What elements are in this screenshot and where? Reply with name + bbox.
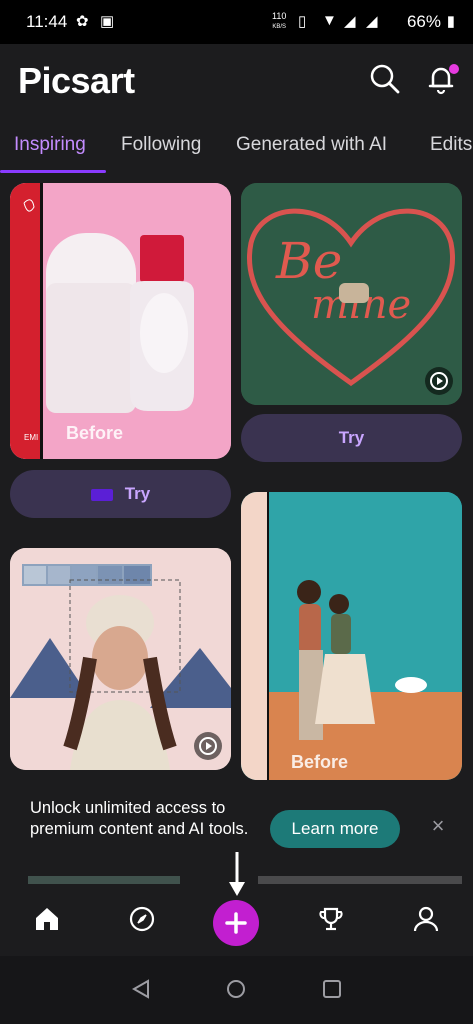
bottles-image: [10, 183, 231, 459]
before-label: Before: [291, 752, 349, 772]
status-bar: 11:44 ✿ ▣ 110 KB/S ▯ ▼ ◢ ◢ 66% ▮: [0, 0, 473, 44]
create-plus-icon[interactable]: [213, 900, 259, 946]
close-icon[interactable]: ×: [426, 814, 450, 838]
feed-card-peek-left: [28, 876, 180, 884]
home-circle-icon[interactable]: [225, 978, 247, 1000]
explore-icon[interactable]: [127, 904, 157, 934]
try-label: Try: [338, 428, 365, 447]
replay-icon[interactable]: [425, 367, 453, 395]
vibrate-icon: ▯: [298, 13, 307, 30]
try-icon: [90, 488, 113, 501]
trophy-icon[interactable]: [316, 904, 346, 934]
signal-icon-1: ◢: [344, 13, 356, 30]
app-notification-icon: ✿: [76, 13, 89, 30]
image-notification-icon: ▣: [100, 13, 115, 30]
net-speed-unit: KB/S: [272, 24, 287, 30]
profile-icon[interactable]: [411, 904, 441, 934]
status-time: 11:44: [26, 12, 68, 31]
feed-tabs: Inspiring Following Generated with AI Ed…: [0, 120, 473, 172]
home-icon[interactable]: [32, 904, 62, 934]
before-label: Before: [66, 423, 124, 443]
net-speed-value: 110: [272, 11, 287, 21]
try-label: Try: [124, 484, 151, 503]
tab-generated-with-ai[interactable]: Generated with AI: [236, 134, 387, 156]
battery-level: 66%: [406, 12, 441, 31]
notification-dot: [449, 64, 459, 74]
arrow-down-icon: [229, 852, 245, 896]
search-icon[interactable]: [368, 62, 402, 96]
tab-edits[interactable]: Edits: [430, 134, 472, 156]
replay-icon[interactable]: [194, 732, 222, 760]
back-icon[interactable]: [130, 978, 152, 1000]
picsart-logo: Picsart: [18, 60, 135, 101]
tab-following[interactable]: Following: [121, 134, 201, 156]
feed-card-dancers[interactable]: Before: [241, 492, 462, 780]
system-nav-bar: [0, 956, 473, 1024]
tab-inspiring[interactable]: Inspiring: [14, 134, 86, 156]
recents-icon[interactable]: [321, 978, 343, 1000]
active-tab-indicator: [0, 170, 106, 173]
banner-text: Unlock unlimited access to premium conte…: [30, 799, 249, 838]
feed-card-beanie[interactable]: [10, 548, 231, 770]
try-button-1[interactable]: Try: [10, 470, 231, 518]
feed-card-be-mine[interactable]: Be mine: [241, 183, 462, 405]
app-header: Picsart: [0, 44, 473, 120]
feed-card-peek-right: [258, 876, 462, 884]
feed-card-bottles[interactable]: Before EMI: [10, 183, 231, 459]
wifi-icon: ▼: [322, 12, 337, 29]
try-button-2[interactable]: Try: [241, 414, 462, 462]
dancers-image: [241, 492, 462, 780]
learn-more-button[interactable]: Learn more: [270, 810, 400, 848]
net-speed: 110 KB/S: [272, 12, 286, 32]
battery-icon: ▮: [446, 13, 455, 30]
card-watermark: EMI: [24, 433, 39, 442]
signal-icon-2: ◢: [366, 13, 378, 30]
